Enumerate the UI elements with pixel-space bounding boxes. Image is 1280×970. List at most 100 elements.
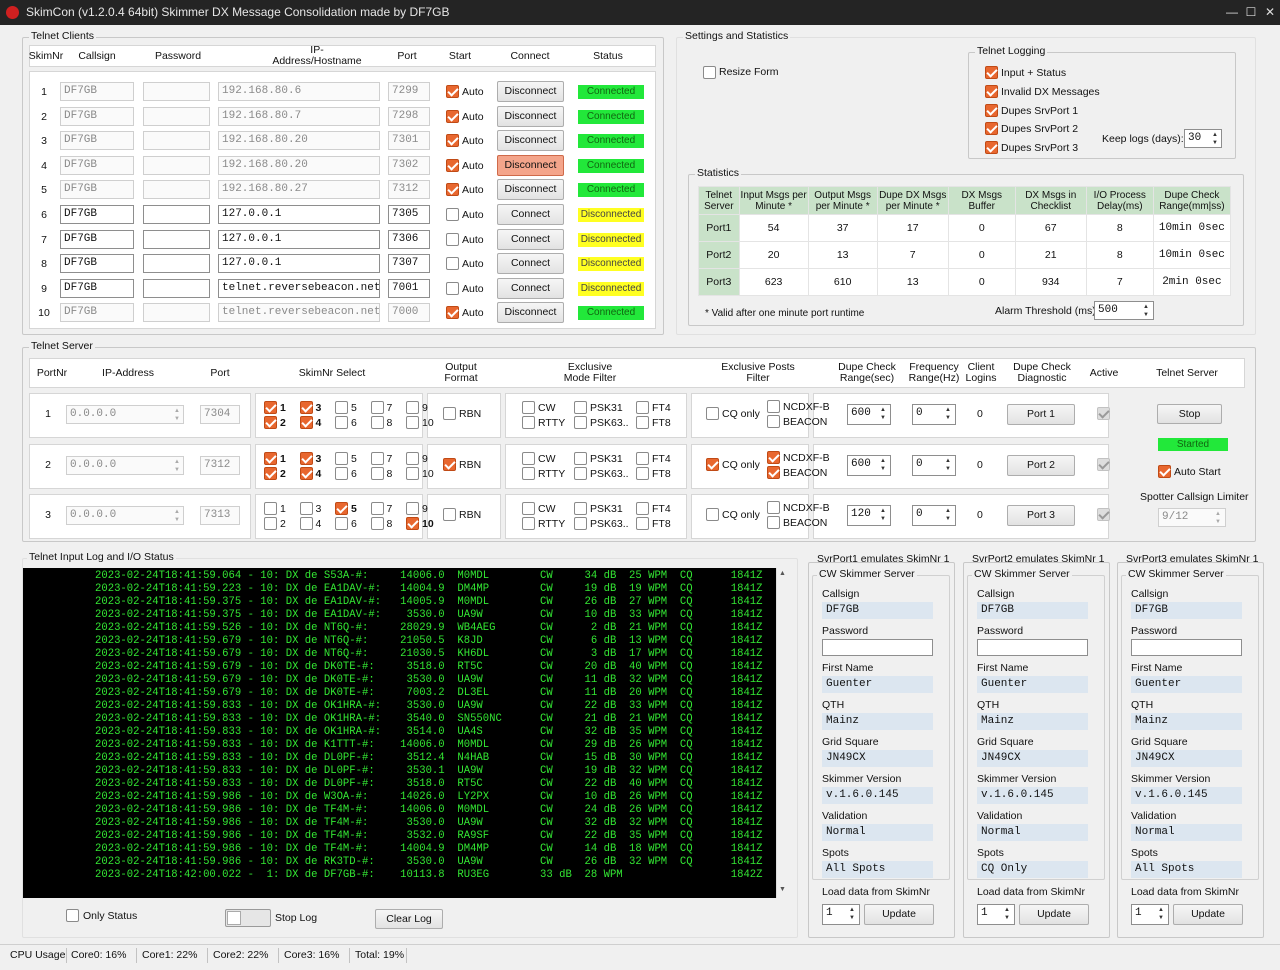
tc-port-input[interactable]: 7298 — [388, 106, 430, 126]
tc-ip-input[interactable]: 192.168.80.20 — [218, 131, 380, 151]
ts-skimnr-checkbox-1[interactable] — [264, 401, 277, 414]
ts-skimnr-checkbox-6[interactable] — [335, 416, 348, 429]
ts-freq-spinner-icon[interactable]: ▲ ▼ — [942, 406, 954, 422]
svr-qth-input[interactable]: Mainz — [1131, 713, 1242, 730]
ts-ft4-checkbox[interactable] — [636, 451, 649, 465]
ts-ft4-checkbox[interactable] — [636, 401, 649, 414]
ts-skimnr-checkbox-2[interactable] — [264, 416, 277, 429]
tc-port-input[interactable]: 7301 — [388, 131, 430, 151]
ts-ft8-checkbox[interactable] — [636, 466, 649, 480]
ts-rtty-checkbox[interactable] — [522, 416, 535, 429]
tc-password-input[interactable] — [143, 205, 210, 224]
ts-psk63-checkbox[interactable] — [574, 416, 587, 429]
ts-psk31-checkbox[interactable] — [574, 401, 587, 414]
spotter-limiter-spinner-icon[interactable]: ▲ ▼ — [1212, 510, 1224, 526]
tc-callsign-input[interactable]: DF7GB — [60, 131, 134, 151]
ts-cq-only-checkbox[interactable] — [706, 457, 719, 471]
update-button[interactable]: Update — [864, 904, 934, 925]
tc-auto-checkbox[interactable] — [446, 134, 459, 148]
alarm-threshold-spinner-icon[interactable]: ▲ ▼ — [1140, 303, 1152, 319]
tc-auto-checkbox[interactable] — [446, 306, 459, 320]
ts-skimnr-checkbox-9[interactable] — [406, 451, 419, 465]
log-option-checkbox-5[interactable] — [985, 141, 998, 155]
ts-freq-spinner-icon[interactable]: ▲ ▼ — [942, 507, 954, 523]
ts-diagnostic-button[interactable]: Port 3 — [1007, 505, 1075, 526]
resize-form-checkbox[interactable] — [703, 66, 716, 79]
tc-callsign-input[interactable]: DF7GB — [60, 229, 134, 249]
ts-psk63-checkbox[interactable] — [574, 517, 587, 530]
tc-ip-input[interactable]: 127.0.0.1 — [218, 229, 380, 249]
ts-ncdxf-checkbox[interactable] — [767, 501, 780, 514]
ts-rbn-checkbox[interactable] — [443, 508, 456, 521]
ts-rtty-checkbox[interactable] — [522, 466, 535, 480]
svr-qth-input[interactable]: Mainz — [977, 713, 1088, 730]
ts-skimnr-checkbox-6[interactable] — [335, 517, 348, 530]
tc-ip-input[interactable]: 127.0.0.1 — [218, 254, 380, 274]
svr-password-input[interactable] — [822, 639, 933, 656]
svr-callsign-input[interactable]: DF7GB — [977, 602, 1088, 619]
ts-skimnr-checkbox-2[interactable] — [264, 517, 277, 530]
ts-port-input[interactable]: 7304 — [200, 405, 240, 424]
load-skimnr-spinner-icon[interactable]: ▲ ▼ — [846, 906, 858, 922]
tc-port-input[interactable]: 7305 — [388, 205, 430, 224]
tc-connect-button[interactable]: Disconnect — [497, 154, 564, 176]
ts-skimnr-checkbox-5[interactable] — [335, 502, 348, 515]
tc-password-input[interactable] — [143, 106, 210, 126]
tc-password-input[interactable] — [143, 155, 210, 175]
ts-active-checkbox[interactable] — [1097, 457, 1110, 471]
svr-version-input[interactable]: v.1.6.0.145 — [822, 787, 933, 804]
tc-callsign-input[interactable]: DF7GB — [60, 155, 134, 175]
log-option-checkbox-2[interactable] — [985, 84, 998, 98]
ts-ft4-checkbox[interactable] — [636, 502, 649, 515]
tc-callsign-input[interactable]: DF7GB — [60, 180, 134, 200]
tc-ip-input[interactable]: telnet.reversebeacon.net — [218, 278, 380, 298]
ts-ip-input[interactable]: 0.0.0.0 — [66, 506, 184, 525]
scroll-up-icon[interactable]: ▲ — [779, 570, 786, 577]
clear-log-button[interactable]: Clear Log — [375, 909, 443, 929]
ts-beacon-checkbox[interactable] — [767, 415, 780, 428]
tc-connect-button[interactable]: Disconnect — [497, 105, 564, 127]
tc-password-input[interactable] — [143, 278, 210, 298]
log-option-checkbox-1[interactable] — [985, 66, 998, 79]
update-button[interactable]: Update — [1019, 904, 1089, 925]
tc-auto-checkbox[interactable] — [446, 281, 459, 295]
ts-ip-input[interactable]: 0.0.0.0 — [66, 405, 184, 424]
ts-skimnr-checkbox-7[interactable] — [370, 502, 384, 515]
tc-auto-checkbox[interactable] — [446, 232, 459, 246]
tc-password-input[interactable] — [143, 82, 210, 101]
tc-auto-checkbox[interactable] — [446, 158, 459, 172]
only-status-checkbox[interactable] — [66, 909, 79, 922]
tc-auto-checkbox[interactable] — [446, 109, 459, 123]
ts-ft8-checkbox[interactable] — [636, 517, 649, 530]
tc-auto-checkbox[interactable] — [446, 208, 459, 221]
tc-password-input[interactable] — [143, 254, 210, 274]
ts-beacon-checkbox[interactable] — [767, 465, 780, 479]
ts-ncdxf-checkbox[interactable] — [767, 450, 780, 464]
tc-auto-checkbox[interactable] — [446, 85, 459, 98]
tc-callsign-input[interactable]: DF7GB — [60, 106, 134, 126]
tc-callsign-input[interactable]: DF7GB — [60, 303, 134, 323]
ts-cw-checkbox[interactable] — [522, 401, 535, 414]
ts-active-checkbox[interactable] — [1097, 407, 1110, 420]
tc-connect-button[interactable]: Connect — [497, 204, 564, 225]
svr-first_name-input[interactable]: Guenter — [1131, 676, 1242, 693]
ts-skimnr-checkbox-7[interactable] — [370, 401, 384, 414]
tc-ip-input[interactable]: 127.0.0.1 — [218, 205, 380, 224]
ts-skimnr-checkbox-8[interactable] — [370, 517, 384, 530]
tc-password-input[interactable] — [143, 180, 210, 200]
svr-validation-input[interactable]: Normal — [1131, 824, 1242, 841]
ts-skimnr-checkbox-10[interactable] — [406, 466, 419, 480]
stop-server-button[interactable]: Stop — [1157, 404, 1222, 424]
log-option-checkbox-3[interactable] — [985, 103, 998, 117]
ts-dupe-spinner-icon[interactable]: ▲ ▼ — [877, 406, 889, 422]
tc-connect-button[interactable]: Connect — [497, 277, 564, 299]
ts-skimnr-checkbox-10[interactable] — [406, 517, 419, 530]
scroll-down-icon[interactable]: ▼ — [779, 886, 786, 893]
svr-version-input[interactable]: v.1.6.0.145 — [1131, 787, 1242, 804]
ts-skimnr-checkbox-3[interactable] — [299, 451, 313, 465]
svr-spots-input[interactable]: All Spots — [822, 861, 933, 878]
tc-connect-button[interactable]: Disconnect — [497, 81, 564, 102]
tc-connect-button[interactable]: Disconnect — [497, 130, 564, 152]
svr-validation-input[interactable]: Normal — [977, 824, 1088, 841]
ts-freq-spinner-icon[interactable]: ▲ ▼ — [942, 457, 954, 473]
